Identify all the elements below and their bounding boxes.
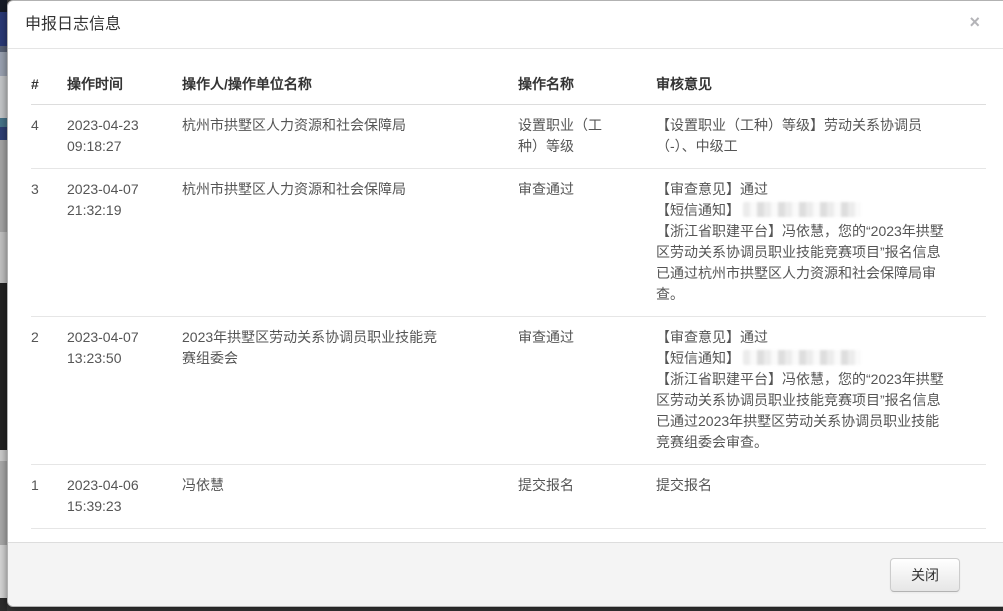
backdrop-segment (0, 12, 7, 46)
cell-time: 2023-04-07 13:23:50 (67, 317, 182, 465)
operation-text: 提交报名 (518, 475, 614, 496)
opinion-line: 【浙江省职建平台】冯依慧，您的“2023年拱墅区劳动关系协调员职业技能竞赛项目”… (656, 369, 952, 453)
close-icon[interactable]: × (969, 13, 980, 31)
cell-opinion: 提交报名 (656, 465, 986, 529)
opinion-line: 【审查意见】通过 (656, 179, 952, 200)
operation-text: 审查通过 (518, 327, 614, 348)
opinion-text: 提交报名 (656, 475, 952, 496)
cell-operator: 杭州市拱墅区人力资源和社会保障局 (182, 169, 518, 317)
cell-opinion: 【审查意见】通过【短信通知】【浙江省职建平台】冯依慧，您的“2023年拱墅区劳动… (656, 317, 986, 465)
table-header-row: # 操作时间 操作人/操作单位名称 操作名称 审核意见 (31, 65, 986, 105)
backdrop-segment (0, 598, 7, 611)
redacted-sms-recipient (743, 202, 861, 217)
operator-text: 杭州市拱墅区人力资源和社会保障局 (182, 115, 448, 136)
cell-index: 3 (31, 169, 67, 317)
cell-operator: 冯依慧 (182, 465, 518, 529)
column-header-index: # (31, 65, 67, 105)
operator-text: 杭州市拱墅区人力资源和社会保障局 (182, 179, 448, 200)
cell-operation: 审查通过 (518, 169, 656, 317)
cell-index: 2 (31, 317, 67, 465)
cell-opinion: 【设置职业（工种）等级】劳动关系协调员（-）、中级工 (656, 105, 986, 169)
backdrop-segment (0, 283, 7, 450)
cell-operation: 提交报名 (518, 465, 656, 529)
cell-operation: 设置职业（工种）等级 (518, 105, 656, 169)
backdrop-segment (0, 461, 7, 545)
table-row: 2 2023-04-07 13:23:50 2023年拱墅区劳动关系协调员职业技… (31, 317, 986, 465)
opinion-line: 【审查意见】通过 (656, 327, 952, 348)
operation-text: 审查通过 (518, 179, 614, 200)
opinion-line: 【设置职业（工种）等级】劳动关系协调员（-）、中级工 (656, 115, 952, 157)
backdrop-segment (0, 118, 7, 127)
log-table-body: 4 2023-04-23 09:18:27 杭州市拱墅区人力资源和社会保障局 设… (31, 105, 986, 529)
table-row: 4 2023-04-23 09:18:27 杭州市拱墅区人力资源和社会保障局 设… (31, 105, 986, 169)
dialog-header: 申报日志信息 × (8, 1, 1003, 49)
table-row: 1 2023-04-06 15:39:23 冯依慧 提交报名 提交报名 (31, 465, 986, 529)
page-backdrop-strip (0, 0, 7, 611)
operation-text: 设置职业（工种）等级 (518, 115, 614, 157)
opinion-line: 【短信通知】 (656, 348, 952, 369)
operator-text: 2023年拱墅区劳动关系协调员职业技能竞赛组委会 (182, 327, 448, 369)
redacted-sms-recipient (743, 350, 861, 365)
cell-time: 2023-04-07 21:32:19 (67, 169, 182, 317)
backdrop-segment (0, 450, 7, 461)
cell-operation: 审查通过 (518, 317, 656, 465)
opinion-line: 【短信通知】 (656, 200, 952, 221)
column-header-time: 操作时间 (67, 65, 182, 105)
operator-text: 冯依慧 (182, 475, 448, 496)
table-row: 3 2023-04-07 21:32:19 杭州市拱墅区人力资源和社会保障局 审… (31, 169, 986, 317)
opinion-text: 【审查意见】通过【短信通知】【浙江省职建平台】冯依慧，您的“2023年拱墅区劳动… (656, 179, 952, 305)
backdrop-segment (0, 545, 7, 598)
column-header-operator: 操作人/操作单位名称 (182, 65, 518, 105)
cell-time: 2023-04-06 15:39:23 (67, 465, 182, 529)
backdrop-segment (0, 127, 7, 140)
log-table: # 操作时间 操作人/操作单位名称 操作名称 审核意见 4 2023-04-23… (31, 65, 986, 529)
opinion-line: 【浙江省职建平台】冯依慧，您的“2023年拱墅区劳动关系协调员职业技能竞赛项目”… (656, 221, 952, 305)
dialog-footer: 关闭 (8, 542, 1003, 606)
opinion-text: 【审查意见】通过【短信通知】【浙江省职建平台】冯依慧，您的“2023年拱墅区劳动… (656, 327, 952, 453)
opinion-text: 【设置职业（工种）等级】劳动关系协调员（-）、中级工 (656, 115, 952, 157)
cell-opinion: 【审查意见】通过【短信通知】【浙江省职建平台】冯依慧，您的“2023年拱墅区劳动… (656, 169, 986, 317)
backdrop-segment (0, 52, 7, 76)
cell-operator: 杭州市拱墅区人力资源和社会保障局 (182, 105, 518, 169)
column-header-opinion: 审核意见 (656, 65, 986, 105)
close-button[interactable]: 关闭 (890, 558, 960, 592)
backdrop-segment (0, 76, 7, 118)
column-header-operation: 操作名称 (518, 65, 656, 105)
cell-operator: 2023年拱墅区劳动关系协调员职业技能竞赛组委会 (182, 317, 518, 465)
log-dialog: 申报日志信息 × # 操作时间 操作人/操作单位名称 操作名称 审核意见 4 2… (7, 0, 1003, 607)
opinion-line: 提交报名 (656, 475, 952, 496)
backdrop-segment (0, 0, 7, 12)
dialog-body: # 操作时间 操作人/操作单位名称 操作名称 审核意见 4 2023-04-23… (8, 49, 1003, 529)
dialog-title: 申报日志信息 (25, 16, 121, 33)
backdrop-segment (0, 232, 7, 283)
cell-time: 2023-04-23 09:18:27 (67, 105, 182, 169)
cell-index: 1 (31, 465, 67, 529)
cell-index: 4 (31, 105, 67, 169)
backdrop-segment (0, 140, 7, 232)
